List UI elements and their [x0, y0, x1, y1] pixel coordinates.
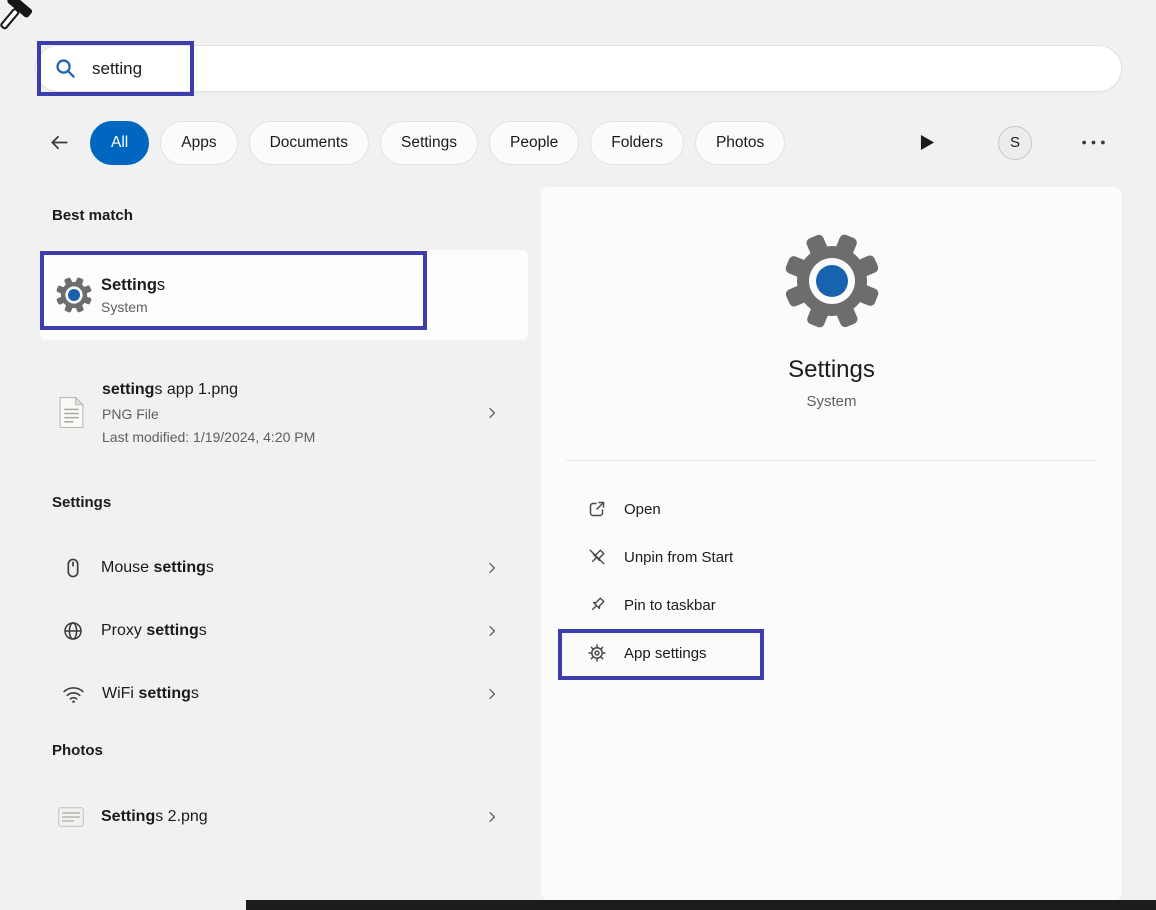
search-bar[interactable]: setting [35, 45, 1122, 92]
chevron-right-icon[interactable] [484, 809, 500, 825]
tab-settings[interactable]: Settings [379, 120, 478, 165]
chevron-right-icon[interactable] [484, 623, 500, 639]
avatar[interactable]: S [998, 125, 1032, 160]
globe-icon [64, 622, 82, 640]
start-search-panel: setting All Apps Documents Settings Peop… [0, 0, 1156, 910]
file-result-modified: Last modified: 1/19/2024, 4:20 PM [102, 428, 316, 445]
settings-section-header: Settings [52, 494, 112, 511]
search-input[interactable]: setting [92, 59, 142, 79]
settings-gear-icon [56, 277, 92, 313]
action-pin-to-taskbar[interactable]: Pin to taskbar [541, 581, 1122, 629]
preview-panel: Settings System Open Unpin from Start Pi… [541, 187, 1122, 900]
tab-people[interactable]: People [489, 120, 580, 165]
result-mouse-settings[interactable]: Mouse settings [40, 544, 528, 592]
mouse-icon [67, 558, 79, 578]
best-match-subtitle: System [101, 298, 148, 315]
settings-gear-icon-large [785, 234, 878, 328]
filter-tabs-row: All Apps Documents Settings People Folde… [48, 120, 1122, 165]
back-button[interactable] [48, 131, 71, 154]
action-list: Open Unpin from Start Pin to taskbar App… [541, 485, 1122, 677]
tab-folders[interactable]: Folders [590, 120, 684, 165]
results-list: Best match Settings System settings app … [40, 187, 528, 900]
tab-documents[interactable]: Documents [248, 120, 369, 165]
best-match-result-settings[interactable]: Settings System [40, 250, 528, 340]
preview-title: Settings [788, 356, 875, 383]
file-result-settings-app-png[interactable]: settings app 1.png PNG File Last modifie… [40, 365, 528, 460]
wifi-icon [63, 686, 84, 703]
result-proxy-settings[interactable]: Proxy settings [40, 607, 528, 655]
action-label: Open [624, 500, 661, 518]
gear-outline-icon [587, 643, 607, 663]
tab-all[interactable]: All [90, 120, 150, 165]
image-file-icon [58, 807, 84, 827]
best-match-title: Settings [101, 275, 166, 294]
chevron-right-icon[interactable] [484, 686, 500, 702]
action-open[interactable]: Open [541, 485, 1122, 533]
png-file-icon [59, 396, 85, 428]
result-label: Mouse settings [101, 559, 214, 576]
result-settings-2-png[interactable]: Settings 2.png [40, 793, 528, 841]
action-app-settings[interactable]: App settings [541, 629, 1122, 677]
tab-apps[interactable]: Apps [160, 120, 238, 165]
taskbar-edge [246, 900, 1156, 910]
file-result-type: PNG File [102, 405, 159, 422]
tab-photos[interactable]: Photos [694, 120, 786, 165]
chevron-right-icon[interactable] [484, 560, 500, 576]
divider [566, 460, 1097, 461]
chevron-right-icon[interactable] [484, 405, 500, 421]
action-label: App settings [624, 644, 707, 662]
action-label: Unpin from Start [624, 548, 734, 566]
preview-subtitle: System [806, 393, 857, 410]
search-icon [54, 57, 77, 80]
result-label: Proxy settings [101, 622, 207, 639]
action-label: Pin to taskbar [624, 596, 716, 614]
result-label: WiFi settings [102, 685, 199, 702]
result-label: Settings 2.png [101, 808, 208, 825]
play-icon[interactable] [920, 134, 935, 151]
action-unpin-from-start[interactable]: Unpin from Start [541, 533, 1122, 581]
file-result-title: settings app 1.png [102, 380, 239, 398]
open-icon [587, 499, 607, 519]
unpin-icon [587, 547, 607, 567]
hammer-icon [0, 0, 48, 48]
pin-icon [587, 595, 607, 615]
more-options-button[interactable] [1081, 139, 1106, 146]
best-match-header: Best match [52, 207, 133, 224]
photos-section-header: Photos [52, 742, 103, 759]
result-wifi-settings[interactable]: WiFi settings [40, 670, 528, 718]
